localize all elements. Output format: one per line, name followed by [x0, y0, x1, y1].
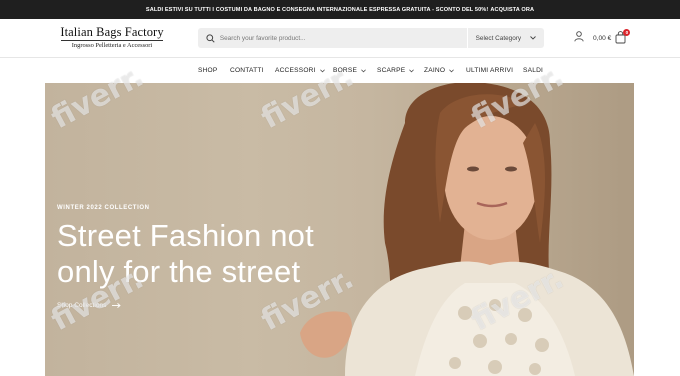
nav-label: ZAINO [424, 67, 446, 74]
announcement-bar: SALDI ESTIVI SU TUTTI I COSTUMI DA BAGNO… [0, 0, 680, 19]
nav-label: ACCESSORI [275, 67, 316, 74]
nav-label: SALDI [523, 67, 544, 74]
cart-count-badge: 0 [623, 29, 631, 36]
nav-item-contatti[interactable]: CONTATTI [230, 58, 264, 83]
cart-button[interactable]: 0 [615, 29, 631, 45]
nav-label: ULTIMI ARRIVI [466, 67, 514, 74]
logo-subtitle: Ingrosso Pelletteria e Accessori [71, 42, 153, 49]
nav-item-shop[interactable]: SHOP [198, 58, 218, 83]
search-bar: Select Category [198, 28, 544, 48]
chevron-down-icon [319, 68, 325, 73]
shop-collections-link[interactable]: Shop Collections [57, 302, 122, 309]
hero-title-line-1: Street Fashion not [57, 218, 314, 253]
nav-item-scarpe[interactable]: SCARPE [377, 58, 415, 83]
announcement-text: SALDI ESTIVI SU TUTTI I COSTUMI DA BAGNO… [145, 6, 489, 13]
site-logo[interactable]: Italian Bags Factory Ingrosso Pelletteri… [57, 25, 167, 50]
nav-item-saldi[interactable]: SALDI [523, 58, 543, 83]
category-select[interactable]: Select Category [468, 35, 544, 42]
hero-title: Street Fashion not only for the street [57, 218, 357, 290]
chevron-down-icon [361, 68, 366, 73]
nav-label: SHOP [198, 67, 218, 74]
search-icon[interactable] [201, 28, 220, 48]
hero-caption: WINTER 2022 COLLECTION Street Fashion no… [57, 205, 357, 290]
nav-label: SCARPE [377, 67, 406, 74]
hero-title-line-2: only for the street [57, 254, 301, 289]
hero-banner: WINTER 2022 COLLECTION Street Fashion no… [45, 83, 634, 376]
chevron-down-icon [530, 35, 536, 42]
search-input[interactable] [219, 28, 439, 48]
nav-label: BORSE [333, 67, 358, 74]
account-icon[interactable] [574, 29, 584, 47]
announcement-link[interactable]: ACQUISTA ORA [490, 7, 534, 13]
logo-rule [61, 40, 163, 41]
category-select-label: Select Category [475, 34, 522, 42]
arrow-right-icon [112, 303, 122, 308]
nav-label: CONTATTI [230, 67, 264, 74]
shop-collections-label: Shop Collections [57, 302, 107, 309]
site-header: Italian Bags Factory Ingrosso Pelletteri… [0, 19, 680, 57]
nav-item-ultimi-arrivi[interactable]: ULTIMI ARRIVI [466, 58, 513, 83]
hero-eyebrow: WINTER 2022 COLLECTION [57, 205, 150, 211]
header-actions: 0,00 € 0 [574, 29, 631, 47]
main-nav: SHOP CONTATTI ACCESSORI BORSE SCARPE ZAI… [0, 58, 680, 83]
nav-item-borse[interactable]: BORSE [333, 58, 366, 83]
nav-item-accessori[interactable]: ACCESSORI [275, 58, 325, 83]
nav-item-zaino[interactable]: ZAINO [424, 58, 455, 83]
cart-total[interactable]: 0,00 € [593, 35, 611, 42]
logo-title: Italian Bags Factory [60, 25, 164, 39]
chevron-down-icon [409, 68, 415, 73]
chevron-down-icon [449, 68, 455, 73]
